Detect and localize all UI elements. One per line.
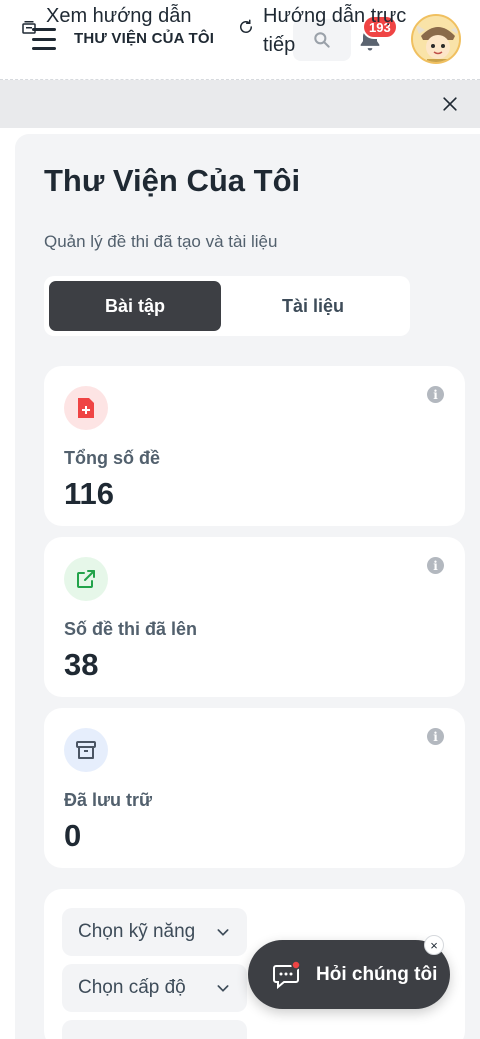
level-select[interactable]: Chọn cấp độ [62, 964, 247, 1012]
live-guide-label: Hướng dẫn trực tiếp [263, 5, 407, 56]
chevron-down-icon [217, 929, 229, 936]
stat-card-archived: i Đã lưu trữ 0 [44, 708, 465, 868]
tab-documents[interactable]: Tài liệu [221, 281, 405, 331]
info-icon[interactable]: i [427, 386, 444, 403]
skill-select[interactable]: Chọn kỹ năng [62, 908, 247, 956]
guide-bar [0, 80, 480, 128]
stat-value: 116 [64, 476, 115, 511]
archive-icon [76, 741, 96, 759]
info-icon[interactable]: i [427, 728, 444, 745]
share-icon [77, 570, 95, 588]
document-plus-icon [78, 398, 94, 418]
stat-icon-wrap [64, 728, 108, 772]
chat-close-icon[interactable]: × [424, 935, 444, 955]
stat-label: Tổng số đề [64, 448, 160, 468]
stat-card-published: i Số đề thi đã lên 38 [44, 537, 465, 697]
info-icon[interactable]: i [427, 557, 444, 574]
level-select-label: Chọn cấp độ [78, 977, 186, 998]
stat-card-total: i Tổng số đề 116 [44, 366, 465, 526]
stat-value: 38 [64, 647, 99, 682]
chevron-down-icon [217, 985, 229, 992]
page-subtitle: Quản lý đề thi đã tạo và tài liệu [44, 232, 278, 251]
close-icon[interactable] [440, 94, 460, 114]
page-title: Thư Viện Của Tôi [44, 163, 301, 198]
tab-exercises[interactable]: Bài tập [49, 281, 221, 331]
stat-label: Đã lưu trữ [64, 790, 153, 810]
skill-select-label: Chọn kỹ năng [78, 921, 196, 942]
stat-icon-wrap [64, 557, 108, 601]
view-guide-label: Xem hướng dẫn [46, 5, 192, 27]
stat-value: 0 [64, 818, 82, 853]
guide-book-icon [22, 21, 36, 34]
refresh-icon [240, 19, 252, 33]
chat-bubble-icon [273, 959, 301, 989]
ask-us-button[interactable]: Hỏi chúng tôi [248, 940, 450, 1009]
stat-icon-wrap [64, 386, 108, 430]
stat-label: Số đề thi đã lên [64, 619, 198, 639]
view-guide-link[interactable]: Xem hướng dẫn [20, 2, 200, 36]
third-select[interactable] [62, 1020, 247, 1039]
tab-bar: Bài tập Tài liệu [44, 276, 410, 336]
ask-us-label: Hỏi chúng tôi [316, 963, 438, 985]
live-guide-link[interactable]: Hướng dẫn trực tiếp [237, 2, 427, 60]
